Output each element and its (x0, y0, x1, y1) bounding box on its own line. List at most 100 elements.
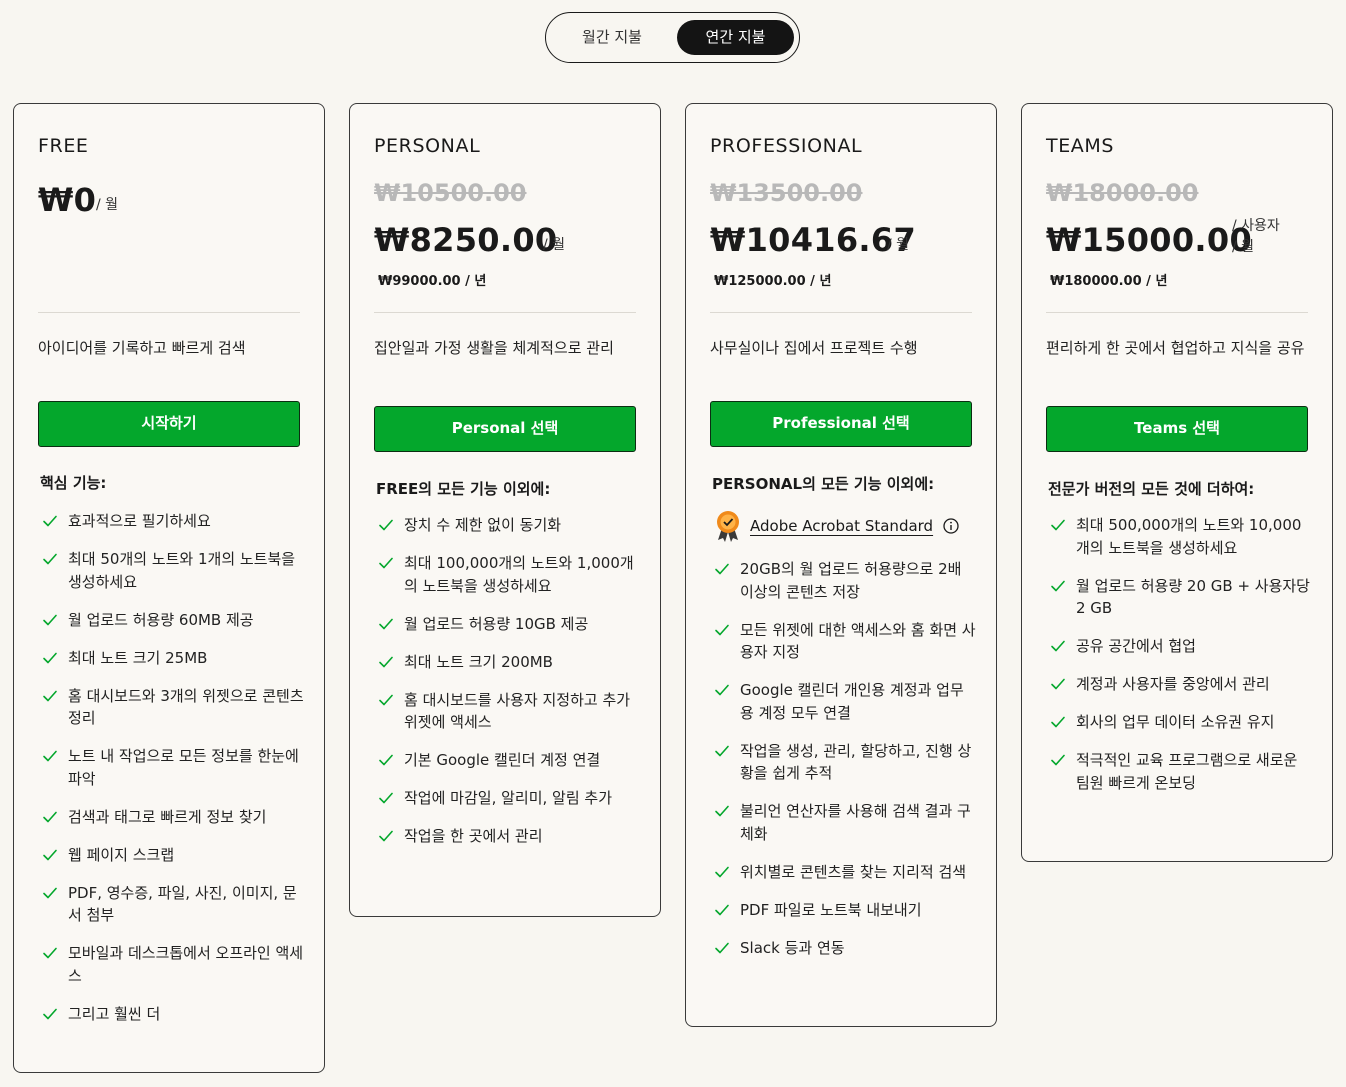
check-icon (42, 885, 58, 901)
feature-item: 계정과 사용자를 중앙에서 관리 (1050, 673, 1312, 696)
check-icon (378, 692, 394, 708)
plan-description: 사무실이나 집에서 프로젝트 수행 (710, 339, 918, 357)
check-icon (378, 654, 394, 670)
feature-item: PDF 파일로 노트북 내보내기 (714, 899, 976, 922)
check-icon (714, 940, 730, 956)
feature-item: 공유 공간에서 협업 (1050, 635, 1312, 658)
start-free-button[interactable]: 시작하기 (38, 401, 300, 447)
feature-item: 웹 페이지 스크랩 (42, 844, 304, 867)
feature-item: 위치별로 콘텐츠를 찾는 지리적 검색 (714, 861, 976, 884)
adobe-acrobat-link[interactable]: Adobe Acrobat Standard (750, 517, 933, 535)
check-icon (714, 682, 730, 698)
plan-description: 아이디어를 기록하고 빠르게 검색 (38, 339, 246, 357)
feature-item: 최대 노트 크기 25MB (42, 647, 304, 670)
price-per-user: / 사용자 (1232, 218, 1280, 234)
check-icon (42, 612, 58, 628)
plan-description: 집안일과 가정 생활을 체계적으로 관리 (374, 339, 614, 357)
feature-item: 20GB의 월 업로드 허용량으로 2배 이상의 콘텐츠 저장 (714, 558, 976, 603)
check-icon (1050, 578, 1066, 594)
check-icon (42, 513, 58, 529)
features-heading: FREE의 모든 기능 이외에: (376, 480, 551, 498)
feature-list: 장치 수 제한 없이 동기화 최대 100,000개의 노트와 1,000개의 … (378, 514, 640, 863)
plan-name: PERSONAL (374, 135, 481, 157)
plan-price: ₩8250.00 (374, 221, 558, 259)
monthly-billing-option[interactable]: 월간 지불 (560, 20, 664, 55)
feature-item: 그리고 훨씬 더 (42, 1003, 304, 1026)
plan-name: PROFESSIONAL (710, 135, 863, 157)
adobe-acrobat-row: Adobe Acrobat Standard (714, 510, 959, 542)
info-icon[interactable] (943, 518, 959, 534)
check-icon (42, 1006, 58, 1022)
check-icon (42, 551, 58, 567)
select-professional-button[interactable]: Professional 선택 (710, 401, 972, 447)
check-icon (1050, 638, 1066, 654)
check-icon (42, 945, 58, 961)
check-icon (378, 790, 394, 806)
select-personal-button[interactable]: Personal 선택 (374, 406, 636, 452)
plan-price: ₩0 (38, 181, 97, 219)
annual-total: ₩99000.00 / 년 (378, 274, 487, 289)
check-icon (714, 743, 730, 759)
feature-list: 최대 500,000개의 노트와 10,000개의 노트북을 생성하세요 월 업… (1050, 514, 1312, 810)
check-icon (714, 561, 730, 577)
billing-toggle: 월간 지불 연간 지불 (545, 12, 800, 63)
check-icon (1050, 714, 1066, 730)
features-heading: PERSONAL의 모든 기능 이외에: (712, 475, 935, 493)
check-icon (1050, 517, 1066, 533)
feature-item: 불리언 연산자를 사용해 검색 결과 구체화 (714, 800, 976, 845)
divider (374, 312, 636, 313)
plan-card-free: FREE ₩0 / 월 아이디어를 기록하고 빠르게 검색 시작하기 핵심 기능… (13, 103, 325, 1073)
check-icon (378, 616, 394, 632)
check-icon (42, 809, 58, 825)
feature-item: 작업을 한 곳에서 관리 (378, 825, 640, 848)
feature-item: 최대 500,000개의 노트와 10,000개의 노트북을 생성하세요 (1050, 514, 1312, 559)
check-icon (714, 622, 730, 638)
check-icon (42, 688, 58, 704)
feature-item: 홈 대시보드와 3개의 위젯으로 콘텐츠 정리 (42, 685, 304, 730)
check-icon (42, 847, 58, 863)
check-icon (714, 803, 730, 819)
plan-description: 편리하게 한 곳에서 협업하고 지식을 공유 (1046, 339, 1305, 357)
plan-name: TEAMS (1046, 135, 1115, 157)
plan-card-professional: PROFESSIONAL ₩13500.00 ₩10416.67 / 월 ₩12… (685, 103, 997, 1027)
check-icon (378, 555, 394, 571)
feature-item: Google 캘린더 개인용 계정과 업무용 계정 모두 연결 (714, 679, 976, 724)
feature-item: 최대 100,000개의 노트와 1,000개의 노트북을 생성하세요 (378, 552, 640, 597)
feature-item: 월 업로드 허용량 60MB 제공 (42, 609, 304, 632)
annual-total: ₩180000.00 / 년 (1050, 274, 1168, 289)
features-heading: 핵심 기능: (40, 474, 107, 492)
feature-list: 효과적으로 필기하세요 최대 50개의 노트와 1개의 노트북을 생성하세요 월… (42, 510, 304, 1041)
feature-item: Slack 등과 연동 (714, 937, 976, 960)
check-icon (714, 902, 730, 918)
check-icon (42, 748, 58, 764)
plan-name: FREE (38, 135, 89, 157)
annual-billing-option[interactable]: 연간 지불 (677, 20, 794, 55)
feature-item: 모바일과 데스크톱에서 오프라인 액세스 (42, 942, 304, 987)
feature-item: 장치 수 제한 없이 동기화 (378, 514, 640, 537)
plan-card-teams: TEAMS ₩18000.00 ₩15000.00 / 사용자 / 월 ₩180… (1021, 103, 1333, 862)
feature-item: 기본 Google 캘린더 계정 연결 (378, 749, 640, 772)
check-icon (1050, 676, 1066, 692)
divider (710, 312, 972, 313)
feature-item: 작업을 생성, 관리, 할당하고, 진행 상황을 쉽게 추적 (714, 740, 976, 785)
plan-price: ₩10416.67 (710, 221, 917, 259)
plan-price: ₩15000.00 (1046, 221, 1253, 259)
features-heading: 전문가 버전의 모든 것에 더하여: (1048, 480, 1255, 498)
original-price: ₩10500.00 (374, 179, 527, 207)
original-price: ₩13500.00 (710, 179, 863, 207)
feature-item: 월 업로드 허용량 10GB 제공 (378, 613, 640, 636)
feature-item: 최대 50개의 노트와 1개의 노트북을 생성하세요 (42, 548, 304, 593)
feature-item: 회사의 업무 데이터 소유권 유지 (1050, 711, 1312, 734)
feature-item: 효과적으로 필기하세요 (42, 510, 304, 533)
check-icon (378, 517, 394, 533)
price-period: / 월 (1232, 239, 1255, 255)
feature-item: 작업에 마감일, 알리미, 알림 추가 (378, 787, 640, 810)
plan-card-personal: PERSONAL ₩10500.00 ₩8250.00 / 월 ₩99000.0… (349, 103, 661, 917)
check-icon (42, 650, 58, 666)
select-teams-button[interactable]: Teams 선택 (1046, 406, 1308, 452)
feature-item: 모든 위젯에 대한 액세스와 홈 화면 사용자 지정 (714, 619, 976, 664)
divider (1046, 312, 1308, 313)
check-icon (378, 752, 394, 768)
check-icon (714, 864, 730, 880)
annual-total: ₩125000.00 / 년 (714, 274, 832, 289)
